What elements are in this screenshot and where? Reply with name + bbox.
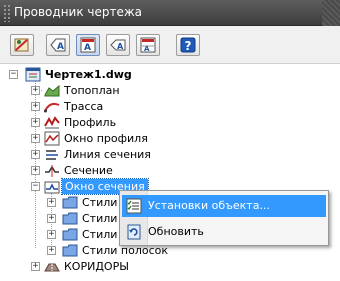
folder-icon: [62, 228, 78, 241]
titlebar-edge: [322, 0, 340, 26]
help-button[interactable]: ?: [176, 34, 200, 56]
label-table-button[interactable]: A: [136, 34, 160, 56]
menu-item-label: Установки объекта...: [148, 199, 270, 212]
window-title: Проводник чертежа: [14, 5, 143, 19]
tree-item-sections[interactable]: + Сечение: [0, 162, 340, 179]
object-settings-icon: [126, 198, 142, 214]
tree-item-alignments[interactable]: + Трасса: [0, 98, 340, 115]
sample-line-icon: [46, 150, 58, 160]
drawing-settings-button[interactable]: [10, 34, 34, 56]
drawing-file-icon: [25, 67, 41, 82]
svg-text:A: A: [57, 42, 64, 52]
label-table-icon: A: [140, 37, 156, 53]
expand-toggle[interactable]: +: [31, 86, 40, 95]
tree-root-label: Чертеж1.dwg: [45, 68, 132, 81]
profile-icon: [44, 116, 60, 129]
corridor-icon: [44, 263, 60, 272]
folder-icon: [62, 196, 78, 209]
expand-toggle[interactable]: +: [31, 150, 40, 159]
tree-item-label: Стили: [82, 196, 118, 209]
svg-text:?: ?: [185, 39, 192, 53]
surface-icon: [44, 84, 60, 97]
tree-item-profiles[interactable]: + Профиль: [0, 114, 340, 131]
toolbar: A A A A ?: [0, 26, 340, 64]
menu-item-refresh[interactable]: Обновить: [122, 221, 326, 243]
menu-item-object-settings[interactable]: Установки объекта...: [122, 195, 326, 217]
collapse-toggle[interactable]: −: [31, 182, 40, 191]
expand-toggle[interactable]: +: [31, 102, 40, 111]
label-arrow-button[interactable]: A: [106, 34, 130, 56]
alignment-icon: [44, 102, 60, 113]
tree-item-surfaces[interactable]: + Топоплан: [0, 82, 340, 99]
drag-grip-icon[interactable]: [3, 4, 11, 22]
tree-item-label: Сечение: [64, 164, 113, 177]
tree-root-row[interactable]: − Чертеж1.dwg: [0, 66, 340, 83]
expand-toggle[interactable]: +: [47, 246, 56, 255]
tree-item-label: Трасса: [64, 100, 104, 113]
expand-toggle[interactable]: +: [31, 262, 40, 271]
profile-view-icon: [44, 131, 60, 146]
tree-item-label: КОРИДОРЫ: [64, 260, 129, 273]
svg-text:A: A: [84, 43, 91, 53]
tree-item-label: Топоплан: [64, 84, 120, 97]
label-icon: A: [50, 38, 66, 52]
tree-item-sample-lines[interactable]: + Линия сечения: [0, 146, 340, 163]
prospector-tree[interactable]: − Чертеж1.dwg + Топоплан + Трасса + Проф: [0, 64, 340, 281]
label-button[interactable]: A: [46, 34, 70, 56]
menu-item-label: Обновить: [148, 225, 204, 238]
expand-toggle[interactable]: +: [31, 166, 40, 175]
context-menu: Установки объекта... Обновить: [119, 190, 329, 246]
help-icon: ?: [180, 37, 196, 53]
expand-toggle[interactable]: +: [47, 230, 56, 239]
svg-text:A: A: [117, 42, 124, 51]
refresh-icon: [127, 224, 141, 240]
tree-item-label: Линия сечения: [64, 148, 151, 161]
tree-item-label: Стили: [82, 228, 118, 241]
tree-item-label: Профиль: [64, 116, 117, 129]
drawing-settings-icon: [14, 38, 29, 52]
label-style-button[interactable]: A: [76, 34, 100, 56]
expand-toggle[interactable]: +: [31, 118, 40, 127]
tree-item-label: Стили: [82, 212, 118, 225]
folder-icon: [62, 212, 78, 225]
section-icon: [45, 165, 59, 177]
tree-item-corridors[interactable]: + КОРИДОРЫ: [0, 258, 340, 275]
collapse-toggle[interactable]: −: [9, 70, 18, 79]
tree-item-profile-views[interactable]: + Окно профиля: [0, 130, 340, 147]
expand-toggle[interactable]: +: [31, 134, 40, 143]
section-view-icon: [44, 181, 60, 194]
tree-item-label: Окно профиля: [64, 132, 148, 145]
label-arrow-icon: A: [110, 39, 126, 51]
label-style-icon: A: [80, 37, 96, 53]
expand-toggle[interactable]: +: [47, 198, 56, 207]
folder-icon: [62, 244, 78, 257]
window-titlebar[interactable]: Проводник чертежа: [0, 0, 340, 26]
svg-text:A: A: [144, 45, 150, 53]
expand-toggle[interactable]: +: [47, 214, 56, 223]
